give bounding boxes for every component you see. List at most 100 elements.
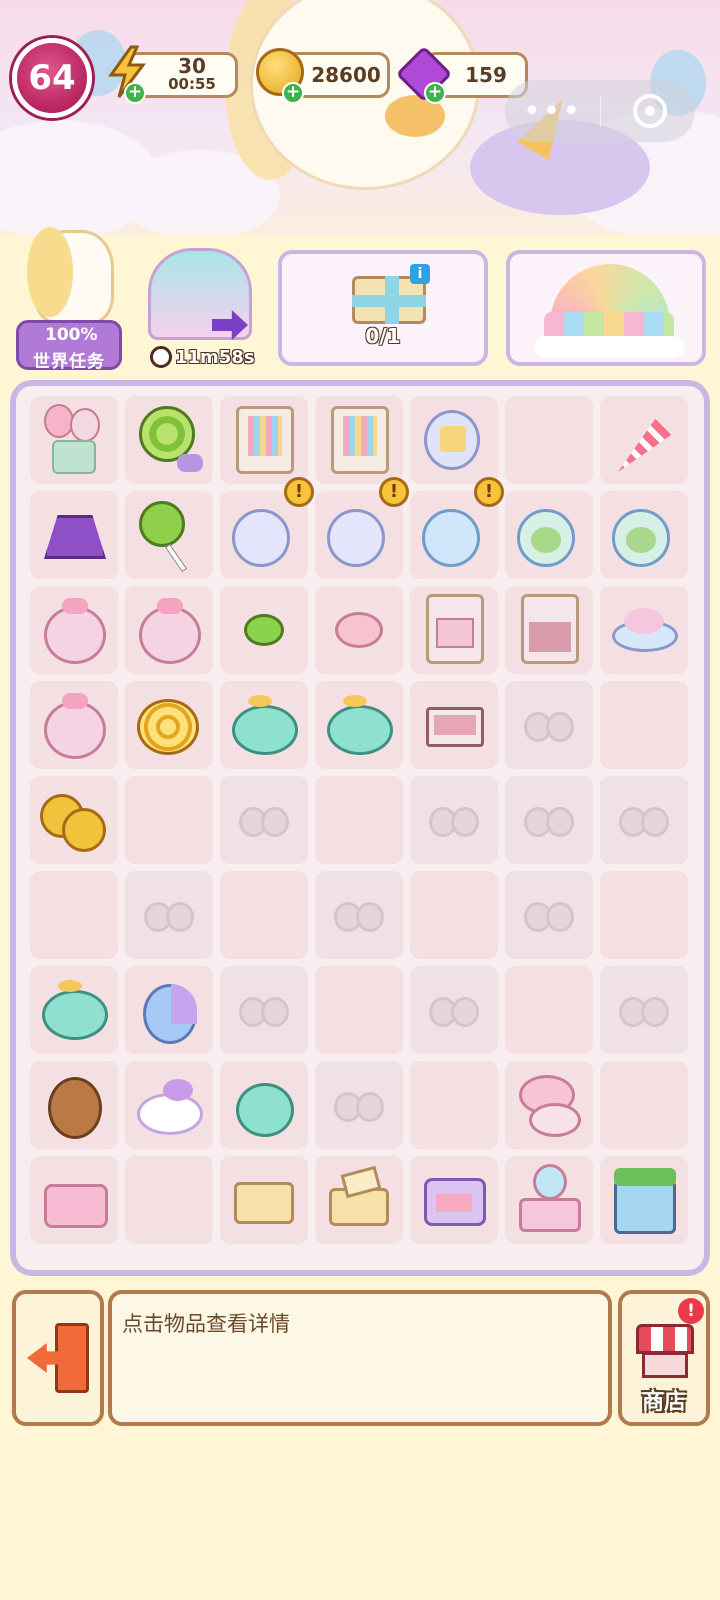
board-cell[interactable] [125, 966, 213, 1054]
gem-value: 159 [465, 63, 507, 87]
board-cell[interactable] [600, 1156, 688, 1244]
board-cell[interactable] [30, 871, 118, 959]
board-cell[interactable] [410, 396, 498, 484]
board-cell[interactable] [410, 586, 498, 674]
board-cell[interactable] [410, 1156, 498, 1244]
board-cell[interactable] [600, 966, 688, 1054]
board-cell[interactable] [410, 871, 498, 959]
board-cell[interactable]: ! [410, 477, 504, 579]
unicorn-avatar-icon [27, 227, 114, 325]
board-cell[interactable] [30, 1061, 118, 1149]
board-cell[interactable] [30, 966, 118, 1054]
board-cell[interactable] [505, 871, 593, 959]
board-cell[interactable] [125, 681, 213, 769]
board-cell[interactable] [220, 681, 308, 769]
board-cell[interactable] [30, 491, 118, 579]
compact-open-icon [513, 1069, 585, 1141]
merge-board: !!! [10, 380, 710, 1276]
board-cell[interactable] [220, 1156, 308, 1244]
wrapped-candy-icon [228, 594, 300, 666]
unicorn-rainbow-panel[interactable] [506, 250, 706, 366]
locked-bow-icon [334, 1090, 384, 1122]
skirt-icon [38, 499, 110, 571]
info-icon[interactable]: i [410, 264, 430, 284]
event-button[interactable]: 11m58s [140, 248, 260, 376]
board-cell[interactable] [30, 681, 118, 769]
board-cell[interactable] [600, 1061, 688, 1149]
board-cell[interactable] [410, 681, 498, 769]
gem-add-button[interactable]: + [424, 82, 446, 104]
lollipop-swirl-icon [133, 404, 205, 476]
energy-value: 30 [178, 54, 206, 78]
close-target-icon[interactable] [633, 94, 667, 128]
board-cell[interactable]: ! [220, 477, 314, 579]
board-cell[interactable] [410, 776, 498, 864]
board-cell[interactable] [315, 396, 403, 484]
board-cell[interactable] [600, 776, 688, 864]
board-cell[interactable] [220, 966, 308, 1054]
shop-alert-icon: ! [678, 1298, 704, 1324]
board-cell[interactable] [505, 491, 593, 579]
board-cell[interactable] [125, 491, 213, 579]
board-cell[interactable] [315, 1156, 403, 1244]
coin-value: 28600 [311, 63, 381, 87]
board-cell[interactable] [315, 871, 403, 959]
board-cell[interactable] [220, 586, 308, 674]
board-cell[interactable] [505, 586, 593, 674]
gift-box-panel[interactable]: i 0/1 [278, 250, 488, 366]
board-cell[interactable] [125, 1156, 213, 1244]
board-cell[interactable] [30, 586, 118, 674]
jar-candy-icon [418, 404, 490, 476]
dresser-icon [418, 594, 490, 666]
board-cell[interactable] [220, 1061, 308, 1149]
board-cell[interactable] [125, 871, 213, 959]
board-cell[interactable] [505, 776, 593, 864]
shop-button[interactable]: ! 商店 [618, 1290, 710, 1426]
board-cell[interactable] [600, 491, 688, 579]
board-cell[interactable] [125, 586, 213, 674]
board-cell[interactable] [125, 1061, 213, 1149]
board-cell[interactable] [410, 1061, 498, 1149]
locked-bow-icon [334, 900, 384, 932]
more-menu-icon[interactable]: ••• [505, 94, 600, 129]
board-cell[interactable] [30, 1156, 118, 1244]
board-cell[interactable] [315, 776, 403, 864]
world-task-label: 世界任务 [33, 352, 105, 372]
board-cell[interactable] [220, 396, 308, 484]
board-cell[interactable] [410, 966, 498, 1054]
locked-bow-icon [429, 805, 479, 837]
board-cell[interactable] [505, 966, 593, 1054]
board-cell[interactable] [30, 776, 118, 864]
board-cell[interactable] [315, 681, 403, 769]
board-cell[interactable] [600, 871, 688, 959]
item-detail-box: 点击物品查看详情 [108, 1290, 612, 1426]
board-cell[interactable] [505, 1156, 593, 1244]
shop-label: 商店 [641, 1390, 686, 1415]
board-cell[interactable] [600, 681, 688, 769]
unicorn-plush-icon [133, 1069, 205, 1141]
board-cell[interactable] [125, 776, 213, 864]
board-cell[interactable] [600, 586, 688, 674]
level-badge[interactable]: 64 [12, 38, 92, 118]
locked-bow-icon [524, 710, 574, 742]
board-cell[interactable] [125, 396, 213, 484]
board-cell[interactable] [505, 681, 593, 769]
jar-green-candy-icon [608, 499, 680, 571]
world-task-button[interactable]: 100% 世界任务 [16, 227, 124, 372]
board-cell[interactable] [220, 776, 308, 864]
board-cell[interactable] [315, 966, 403, 1054]
board-cell[interactable]: ! [315, 477, 409, 579]
board-cell[interactable] [220, 871, 308, 959]
candy-plate-icon [608, 594, 680, 666]
locked-bow-icon [239, 805, 289, 837]
exit-button[interactable] [12, 1290, 104, 1426]
board-cell[interactable] [505, 1061, 593, 1149]
coin-add-button[interactable]: + [282, 82, 304, 104]
energy-add-button[interactable]: + [124, 82, 146, 104]
board-cell[interactable] [315, 1061, 403, 1149]
board-cell[interactable] [315, 586, 403, 674]
board-cell[interactable] [505, 396, 593, 484]
board-cell[interactable] [30, 396, 118, 484]
board-cell[interactable] [600, 396, 688, 484]
dino-plush-icon [228, 689, 300, 761]
